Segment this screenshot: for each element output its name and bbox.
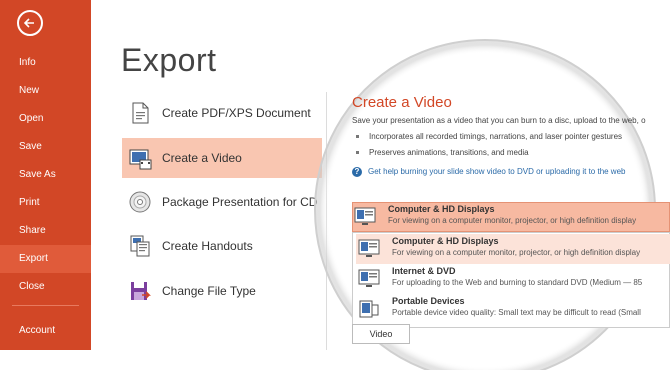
file-type-icon xyxy=(131,282,151,300)
help-icon: ? xyxy=(352,167,362,177)
video-button[interactable]: Video xyxy=(352,324,410,344)
quality-subtitle: For uploading to the Web and burning to … xyxy=(392,278,643,287)
quality-title: Portable Devices xyxy=(392,296,465,306)
video-panel-description: Save your presentation as a video that y… xyxy=(352,116,646,125)
quality-subtitle: For viewing on a computer monitor, proje… xyxy=(388,216,637,225)
monitor-icon xyxy=(354,207,376,225)
video-panel-title: Create a Video xyxy=(352,94,452,111)
bullet-item: Preserves animations, transitions, and m… xyxy=(356,148,529,157)
monitor-icon xyxy=(358,239,380,257)
nav-item-new[interactable]: New xyxy=(0,77,91,105)
export-option-label: Create Handouts xyxy=(162,239,253,253)
portable-device-icon xyxy=(359,300,379,318)
nav-item-save[interactable]: Save xyxy=(0,133,91,161)
quality-option-computer[interactable]: Computer & HD Displays For viewing on a … xyxy=(356,234,670,264)
export-option-label: Package Presentation for CD xyxy=(162,195,318,209)
nav-item-print[interactable]: Print xyxy=(0,189,91,217)
export-option-label: Create a Video xyxy=(162,151,242,165)
page-title: Export xyxy=(121,42,217,78)
export-option-pdf[interactable]: Create PDF/XPS Document xyxy=(122,93,322,133)
help-link-text: Get help burning your slide show video t… xyxy=(368,167,626,176)
export-option-handouts[interactable]: Create Handouts xyxy=(122,226,322,266)
quality-option-portable[interactable]: Portable Devices Portable device video q… xyxy=(356,294,670,324)
quality-option-internet[interactable]: Internet & DVD For uploading to the Web … xyxy=(356,264,670,294)
back-button[interactable] xyxy=(17,10,43,36)
nav-item-open[interactable]: Open xyxy=(0,105,91,133)
monitor-icon xyxy=(358,269,380,287)
bullet-dot xyxy=(356,135,359,139)
quality-title: Computer & HD Displays xyxy=(392,236,499,246)
nav-item-export[interactable]: Export xyxy=(0,245,91,273)
help-link[interactable]: ? Get help burning your slide show video … xyxy=(352,167,625,177)
cd-icon xyxy=(129,191,151,213)
bullet-text: Incorporates all recorded timings, narra… xyxy=(369,132,623,141)
nav-item-share[interactable]: Share xyxy=(0,217,91,245)
export-option-label: Create PDF/XPS Document xyxy=(162,106,311,120)
video-icon xyxy=(129,149,152,170)
quality-title: Computer & HD Displays xyxy=(388,204,495,214)
bullet-item: Incorporates all recorded timings, narra… xyxy=(356,132,622,141)
export-option-video[interactable]: Create a Video xyxy=(122,138,322,178)
nav-item-account[interactable]: Account xyxy=(0,317,91,345)
export-option-cd[interactable]: Package Presentation for CD xyxy=(122,182,322,222)
quality-subtitle: Portable device video quality: Small tex… xyxy=(392,308,641,317)
nav-item-save-as[interactable]: Save As xyxy=(0,161,91,189)
handouts-icon xyxy=(130,235,150,257)
bullet-text: Preserves animations, transitions, and m… xyxy=(369,148,529,157)
bullet-dot xyxy=(356,151,359,155)
export-option-file-type[interactable]: Change File Type xyxy=(122,271,322,311)
nav-divider xyxy=(12,305,79,306)
pdf-document-icon xyxy=(132,102,149,124)
nav-item-info[interactable]: Info xyxy=(0,49,91,77)
export-option-label: Change File Type xyxy=(162,284,256,298)
quality-selected-value[interactable]: Computer & HD Displays For viewing on a … xyxy=(352,202,666,232)
back-arrow-icon xyxy=(23,18,34,28)
quality-title: Internet & DVD xyxy=(392,266,456,276)
nav-item-close[interactable]: Close xyxy=(0,273,91,301)
quality-subtitle: For viewing on a computer monitor, proje… xyxy=(392,248,641,257)
backstage-sidebar: Info New Open Save Save As Print Share E… xyxy=(0,0,91,350)
